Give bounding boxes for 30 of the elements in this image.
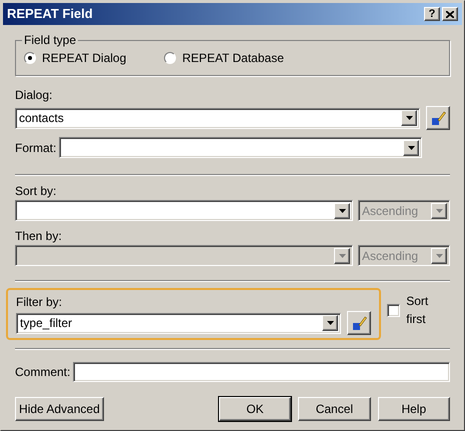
dialog-label: Dialog:	[15, 87, 54, 104]
checkbox[interactable]	[387, 304, 400, 316]
close-icon	[446, 10, 454, 18]
radio-button[interactable]	[24, 52, 36, 64]
comment-label: Comment:	[15, 364, 70, 381]
help-button[interactable]: ?	[424, 7, 440, 21]
format-label: Format:	[15, 140, 56, 156]
dropdown-field[interactable]: contacts	[15, 108, 420, 128]
radio-option[interactable]: REPEAT Dialog	[24, 49, 126, 67]
dropdown-field[interactable]	[15, 200, 353, 221]
dropdown-field[interactable]	[59, 137, 422, 158]
then-by-label: Then by:	[15, 228, 63, 245]
comment-field[interactable]	[73, 362, 450, 382]
sort-by-label: Sort by:	[15, 183, 58, 200]
radio-option[interactable]: REPEAT Database	[164, 49, 284, 67]
pencil-icon	[430, 110, 446, 126]
radio-button[interactable]	[164, 52, 176, 64]
dialog-button[interactable]: Cancel	[298, 397, 371, 421]
window-title: REPEAT Field	[7, 5, 94, 24]
dropdown-field[interactable]: type_filter	[16, 312, 342, 334]
dialog-button[interactable]: Help	[378, 397, 450, 421]
sort-first-checkbox[interactable]: Sort first	[387, 292, 450, 328]
filter-by-label: Filter by:	[16, 294, 64, 311]
close-button[interactable]	[442, 7, 458, 21]
group-title: Field type	[23, 32, 78, 49]
edit-button[interactable]	[426, 106, 450, 130]
edit-button[interactable]	[347, 311, 372, 335]
pencil-icon	[351, 315, 368, 331]
dialog-button[interactable]: OK	[218, 397, 292, 421]
dialog-button[interactable]: Hide Advanced	[15, 397, 104, 421]
